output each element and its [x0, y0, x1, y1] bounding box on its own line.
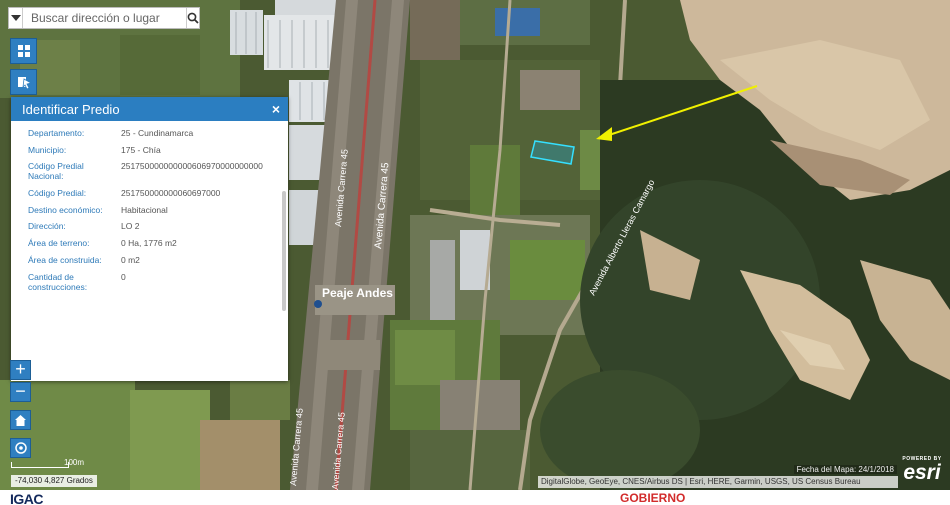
- attribute-value: 0: [121, 271, 126, 282]
- basemap-button[interactable]: [10, 38, 37, 64]
- attribute-label: Destino económico:: [28, 204, 103, 215]
- attribute-value: Habitacional: [121, 204, 168, 215]
- attribution: DigitalGlobe, GeoEye, CNES/Airbus DS | E…: [538, 476, 898, 488]
- attribute-label: Municipio:: [28, 144, 67, 155]
- esri-wordmark: esri: [903, 461, 941, 484]
- footer: IGAC GOBIERNO: [0, 490, 950, 505]
- attribute-label: Área de construida:: [28, 254, 102, 265]
- scale-label: 100m: [64, 458, 85, 467]
- panel-scrollbar[interactable]: [282, 191, 286, 311]
- panel-title: Identificar Predio: [22, 101, 120, 117]
- zoom-in-button[interactable]: +: [10, 360, 31, 380]
- map-date: Fecha del Mapa: 24/1/2018: [793, 465, 897, 474]
- home-button[interactable]: [10, 410, 31, 430]
- attribute-row: Código Predial: 251750000000060697000: [11, 188, 288, 198]
- panel-body: Departamento: 25 - Cundinamarca Municipio…: [11, 121, 288, 381]
- scale-bar: [11, 462, 69, 468]
- attribute-row: Código Predial Nacional: 2517500000000006…: [11, 161, 288, 181]
- attribute-row: Municipio: 175 - Chía: [11, 145, 288, 155]
- zoom-out-button[interactable]: −: [10, 382, 31, 402]
- attribute-row: Destino económico: Habitacional: [11, 205, 288, 215]
- close-button[interactable]: ×: [272, 101, 280, 117]
- attribute-value: 251750000000000606970000000000: [121, 161, 263, 172]
- attribute-value: 251750000000060697000: [121, 188, 221, 199]
- attribute-row: Departamento: 25 - Cundinamarca: [11, 128, 288, 138]
- attribute-label: Código Predial Nacional:: [28, 161, 84, 182]
- identify-button[interactable]: [10, 69, 37, 95]
- coordinate-readout: -74,030 4,827 Grados: [11, 475, 97, 487]
- home-icon: [15, 415, 26, 426]
- search-source-dropdown[interactable]: [9, 8, 23, 28]
- toll-label: Peaje Andes: [322, 286, 393, 300]
- attribute-label: Código Predial:: [28, 188, 87, 199]
- panel-header: Identificar Predio ×: [11, 97, 288, 121]
- grid-icon: [17, 45, 30, 57]
- igac-logo: IGAC: [10, 491, 44, 505]
- search-button[interactable]: [186, 8, 199, 28]
- gobierno-logo: GOBIERNO: [620, 491, 686, 505]
- search-input[interactable]: [23, 8, 186, 28]
- locate-icon: [14, 442, 27, 454]
- attribute-label: Cantidad de construcciones:: [28, 271, 88, 292]
- attribute-value: 175 - Chía: [121, 144, 161, 155]
- attribute-row: Cantidad de construcciones: 0: [11, 272, 288, 292]
- attribute-value: 0 Ha, 1776 m2: [121, 238, 177, 249]
- esri-logo: POWERED BY esri: [900, 456, 944, 488]
- attribute-row: Dirección: LO 2: [11, 221, 288, 231]
- attribute-row: Área de terreno: 0 Ha, 1776 m2: [11, 238, 288, 248]
- attribute-value: 0 m2: [121, 254, 140, 265]
- attribute-label: Departamento:: [28, 128, 85, 138]
- chevron-down-icon: [10, 15, 21, 21]
- attribute-value: LO 2: [121, 221, 140, 232]
- attribute-value: 25 - Cundinamarca: [121, 128, 194, 138]
- identify-pointer-icon: [17, 77, 32, 90]
- search-box: [8, 7, 200, 29]
- search-icon: [187, 12, 199, 24]
- attribute-label: Dirección:: [28, 221, 66, 232]
- locate-button[interactable]: [10, 438, 31, 458]
- attribute-row: Área de construida: 0 m2: [11, 255, 288, 265]
- attribute-label: Área de terreno:: [28, 238, 90, 249]
- identify-panel: Identificar Predio × Departamento: 25 - C…: [11, 97, 288, 381]
